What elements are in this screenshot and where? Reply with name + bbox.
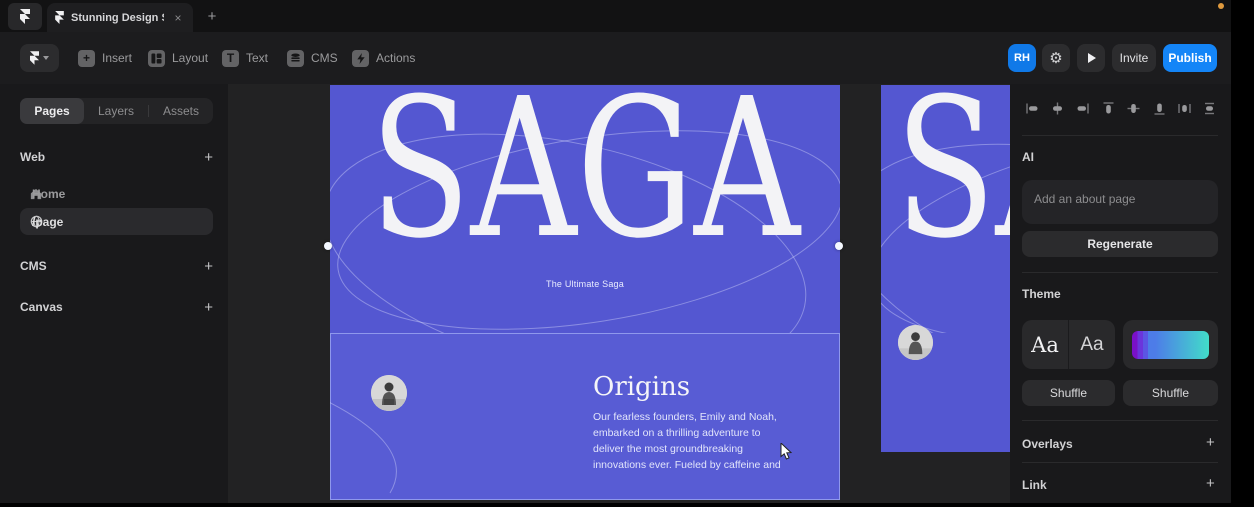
layout-label: Layout — [172, 51, 209, 65]
page-label: /page — [32, 214, 64, 229]
actions-label: Actions — [376, 51, 416, 65]
ai-prompt-input[interactable] — [1022, 180, 1218, 224]
text-icon: T — [222, 49, 239, 67]
settings-button[interactable]: ⚙ — [1042, 44, 1070, 72]
properties-panel: AI Regenerate Theme Aa Aa Shuffle Shuffl… — [1010, 84, 1231, 503]
app-window: SAGA The Ultimate Saga Origins Our fearl… — [0, 0, 1254, 507]
align-middle-vertical-icon[interactable] — [1126, 100, 1142, 116]
ai-section-label: AI — [1022, 150, 1034, 164]
shuffle-fonts-button[interactable]: Shuffle — [1022, 380, 1115, 406]
align-right-icon[interactable] — [1075, 100, 1091, 116]
framer-workspace: SAGA The Ultimate Saga Origins Our fearl… — [0, 0, 1231, 503]
add-canvas-button[interactable]: + — [204, 299, 213, 316]
lightning-icon — [352, 49, 369, 67]
person-photo-icon — [371, 375, 407, 411]
tab-close-icon[interactable]: × — [171, 11, 185, 25]
selection-handle-right[interactable] — [835, 242, 843, 250]
sidebar-tabs: Pages Layers Assets — [20, 98, 213, 124]
add-collection-button[interactable]: + — [204, 258, 213, 275]
pinned-framer-tab[interactable] — [8, 3, 42, 30]
alignment-toolbar — [1024, 100, 1218, 116]
page-frame-main[interactable]: SAGA The Ultimate Saga Origins Our fearl… — [330, 85, 840, 500]
panel-divider — [1022, 135, 1218, 136]
framer-favicon-icon — [55, 11, 64, 24]
theme-section-label: Theme — [1022, 287, 1061, 301]
framer-menu-button[interactable] — [20, 44, 59, 72]
mouse-cursor-icon — [780, 443, 793, 460]
cms-button[interactable]: CMS — [287, 44, 338, 72]
invite-button[interactable]: Invite — [1112, 44, 1156, 72]
plus-icon: + — [78, 49, 95, 67]
align-center-horizontal-icon[interactable] — [1049, 100, 1065, 116]
theme-font-card[interactable]: Aa Aa — [1022, 320, 1115, 369]
cms-section-label: CMS — [20, 259, 47, 273]
web-section-header: Web + — [20, 149, 213, 166]
text-label: Text — [246, 51, 269, 65]
hero-tagline[interactable]: The Ultimate Saga — [330, 279, 840, 289]
insert-button[interactable]: + Insert — [78, 44, 132, 72]
browser-tabbar: Stunning Design S. × + — [0, 0, 1231, 32]
web-section-label: Web — [20, 150, 46, 164]
publish-button[interactable]: Publish — [1163, 44, 1217, 72]
origins-heading[interactable]: Origins — [593, 372, 690, 402]
gear-icon: ⚙ — [1049, 50, 1063, 67]
framer-logo-icon — [20, 9, 30, 24]
tab-title: Stunning Design S. — [71, 11, 164, 24]
panel-divider — [1022, 420, 1218, 421]
framer-logo-icon — [30, 51, 39, 65]
database-icon — [287, 49, 304, 67]
regenerate-button[interactable]: Regenerate — [1022, 231, 1218, 257]
text-button[interactable]: T Text — [222, 44, 268, 72]
hero-section[interactable]: SAGA The Ultimate Saga — [330, 85, 840, 333]
variant-founder-avatar[interactable] — [898, 325, 933, 360]
preview-button[interactable] — [1077, 44, 1105, 72]
selection-handle-left[interactable] — [324, 242, 332, 250]
panel-divider — [1022, 462, 1218, 463]
distribute-horizontal-icon[interactable] — [1177, 100, 1193, 116]
sans-font-sample: Aa — [1080, 333, 1104, 355]
panel-divider — [1022, 272, 1218, 273]
chevron-down-icon — [43, 56, 49, 60]
person-photo-icon — [898, 325, 933, 360]
tab-assets[interactable]: Assets — [149, 98, 213, 124]
serif-font-sample: Aa — [1031, 332, 1059, 357]
overlays-section-label: Overlays — [1022, 437, 1073, 451]
shuffle-colors-button[interactable]: Shuffle — [1123, 380, 1218, 406]
founder-avatar[interactable] — [371, 375, 407, 411]
new-tab-button[interactable]: + — [200, 4, 224, 28]
play-icon — [1088, 53, 1096, 63]
cms-label: CMS — [311, 51, 338, 65]
align-bottom-icon[interactable] — [1151, 100, 1167, 116]
add-link-button[interactable]: + — [1206, 475, 1215, 492]
canvas-section-header: Canvas + — [20, 299, 213, 316]
hero-orbit-graphics: SAGA — [330, 85, 840, 333]
actions-button[interactable]: Actions — [352, 44, 415, 72]
sidebar-item-page[interactable]: /page — [20, 208, 213, 235]
add-overlay-button[interactable]: + — [1206, 434, 1215, 451]
active-tab[interactable]: Stunning Design S. × — [47, 3, 193, 32]
theme-gradient-swatch — [1132, 330, 1209, 359]
tab-layers[interactable]: Layers — [84, 98, 148, 124]
origins-paragraph[interactable]: Our fearless founders, Emily and Noah, e… — [593, 409, 789, 473]
notification-dot — [1218, 3, 1224, 9]
add-page-button[interactable]: + — [204, 149, 213, 166]
hero-title-text[interactable]: SAGA — [370, 85, 802, 281]
align-top-icon[interactable] — [1100, 100, 1116, 116]
canvas-section-label: Canvas — [20, 300, 63, 314]
user-avatar[interactable]: RH — [1008, 44, 1036, 72]
tab-pages[interactable]: Pages — [20, 98, 84, 124]
left-sidebar: Pages Layers Assets Web + Home /page CMS — [0, 84, 228, 503]
align-left-icon[interactable] — [1024, 100, 1040, 116]
insert-label: Insert — [102, 51, 133, 65]
theme-color-card[interactable] — [1123, 320, 1218, 369]
distribute-vertical-icon[interactable] — [1202, 100, 1218, 116]
cms-section-header: CMS + — [20, 258, 213, 275]
link-section-label: Link — [1022, 478, 1047, 492]
home-label: Home — [32, 186, 66, 201]
layout-button[interactable]: Layout — [148, 44, 208, 72]
sidebar-item-home[interactable]: Home — [20, 180, 213, 207]
layout-icon — [148, 49, 165, 67]
